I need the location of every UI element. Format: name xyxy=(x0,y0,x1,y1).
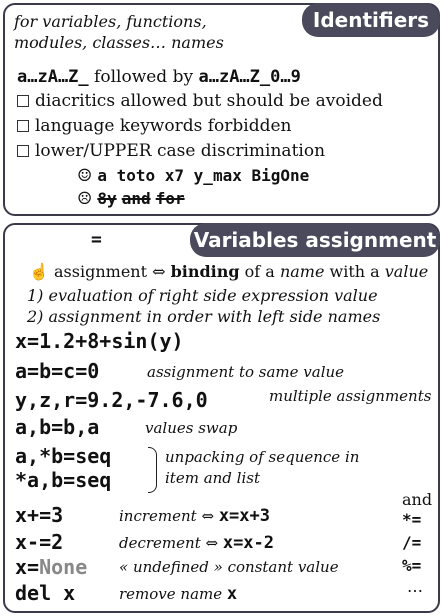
note-remove-text: remove name xyxy=(119,585,227,603)
def-part: assignment ⇔ xyxy=(54,262,171,281)
note-decrement-text: decrement ⇔ xyxy=(119,534,223,552)
note-increment-eq: x=x+3 xyxy=(218,506,270,526)
code-multi-assign: y,z,r=9.2,-7.6,0 xyxy=(15,388,208,412)
step-2: 2) assignment in order with left side na… xyxy=(27,307,381,326)
note-increment: increment ⇔ x=x+3 xyxy=(119,506,270,526)
def-part: of a xyxy=(239,262,280,281)
step-1: 1) evaluation of right side expression v… xyxy=(27,286,378,305)
bullet-keywords: language keywords forbidden xyxy=(17,116,291,136)
code-none-value: None xyxy=(39,555,88,579)
code-swap: a,b=b,a xyxy=(15,415,100,439)
def-part: with a xyxy=(324,262,385,281)
code-chain-assign: a=b=c=0 xyxy=(15,359,100,383)
bullet-text: language keywords forbidden xyxy=(35,116,292,136)
assignment-title: Variables assignment xyxy=(190,223,440,257)
square-bullet-icon xyxy=(17,144,29,157)
code-expression: x=1.2+8+sin(y) xyxy=(15,329,184,353)
bad-example-for: for xyxy=(155,189,185,208)
def-binding: binding xyxy=(170,262,240,281)
square-bullet-icon xyxy=(17,94,29,107)
def-value: value xyxy=(384,262,429,281)
code-increment: x+=3 xyxy=(15,503,64,527)
note-undefined: « undefined » constant value xyxy=(119,558,339,576)
note-same-value: assignment to same value xyxy=(147,363,345,381)
note-swap: values swap xyxy=(145,419,238,437)
assignment-symbol: = xyxy=(91,229,102,250)
note-remove-x: x xyxy=(226,584,238,604)
code-decrement: x-=2 xyxy=(15,530,64,554)
good-examples-row: ☺ a toto x7 y_max BigOne xyxy=(77,166,309,186)
rule-first-chars: a…zA…Z_ xyxy=(17,67,89,87)
op-div-assign: /= xyxy=(402,533,422,552)
note-decrement-eq: x=x-2 xyxy=(222,533,275,553)
bullet-text: diacritics allowed but should be avoided xyxy=(35,91,383,111)
note-multiple: multiple assignments xyxy=(269,387,432,405)
note-increment-text: increment ⇔ xyxy=(119,507,219,525)
identifiers-title: Identifiers xyxy=(302,3,440,37)
note-unpack-line2: item and list xyxy=(165,469,260,487)
assignment-definition: ☝ assignment ⇔ binding of a name with a … xyxy=(29,262,428,281)
rule-followed-by: followed by xyxy=(88,67,199,87)
def-name: name xyxy=(279,262,325,281)
good-examples: a toto x7 y_max BigOne xyxy=(97,166,310,185)
smiley-happy-icon: ☺ xyxy=(77,166,93,186)
code-none-var: x= xyxy=(15,555,40,579)
assignment-panel: Variables assignment = ☝ assignment ⇔ bi… xyxy=(3,223,440,613)
and-label: and xyxy=(402,490,433,509)
bad-example-and: and xyxy=(121,189,151,208)
brace-icon xyxy=(148,447,157,493)
code-del: del x xyxy=(15,581,76,605)
identifiers-rule: a…zA…Z_ followed by a…zA…Z_0…9 xyxy=(17,67,301,87)
rule-next-chars: a…zA…Z_0…9 xyxy=(198,67,301,87)
smiley-sad-icon: ☹ xyxy=(77,189,93,209)
identifiers-panel: Identifiers for variables, functions, mo… xyxy=(3,3,440,216)
identifiers-desc-line1: for variables, functions, xyxy=(14,12,207,31)
bad-examples-row: ☹ 8y and for xyxy=(77,189,185,209)
bad-example-8y: 8y xyxy=(97,189,117,208)
op-mul-assign: *= xyxy=(402,510,422,529)
pointing-hand-icon: ☝ xyxy=(29,262,49,281)
note-remove: remove name x xyxy=(119,584,237,604)
op-ellipsis: … xyxy=(407,577,423,596)
bullet-diacritics: diacritics allowed but should be avoided xyxy=(17,91,383,111)
code-none: x=None xyxy=(15,555,87,579)
note-decrement: decrement ⇔ x=x-2 xyxy=(119,533,274,553)
op-mod-assign: %= xyxy=(402,556,422,575)
code-unpack-2: *a,b=seq xyxy=(15,468,112,492)
identifiers-desc-line2: modules, classes… names xyxy=(14,33,224,52)
bullet-case: lower/UPPER case discrimination xyxy=(17,141,325,161)
note-unpack-line1: unpacking of sequence in xyxy=(165,448,360,466)
code-unpack-1: a,*b=seq xyxy=(15,444,112,468)
square-bullet-icon xyxy=(17,119,29,132)
bullet-text: lower/UPPER case discrimination xyxy=(35,141,326,161)
